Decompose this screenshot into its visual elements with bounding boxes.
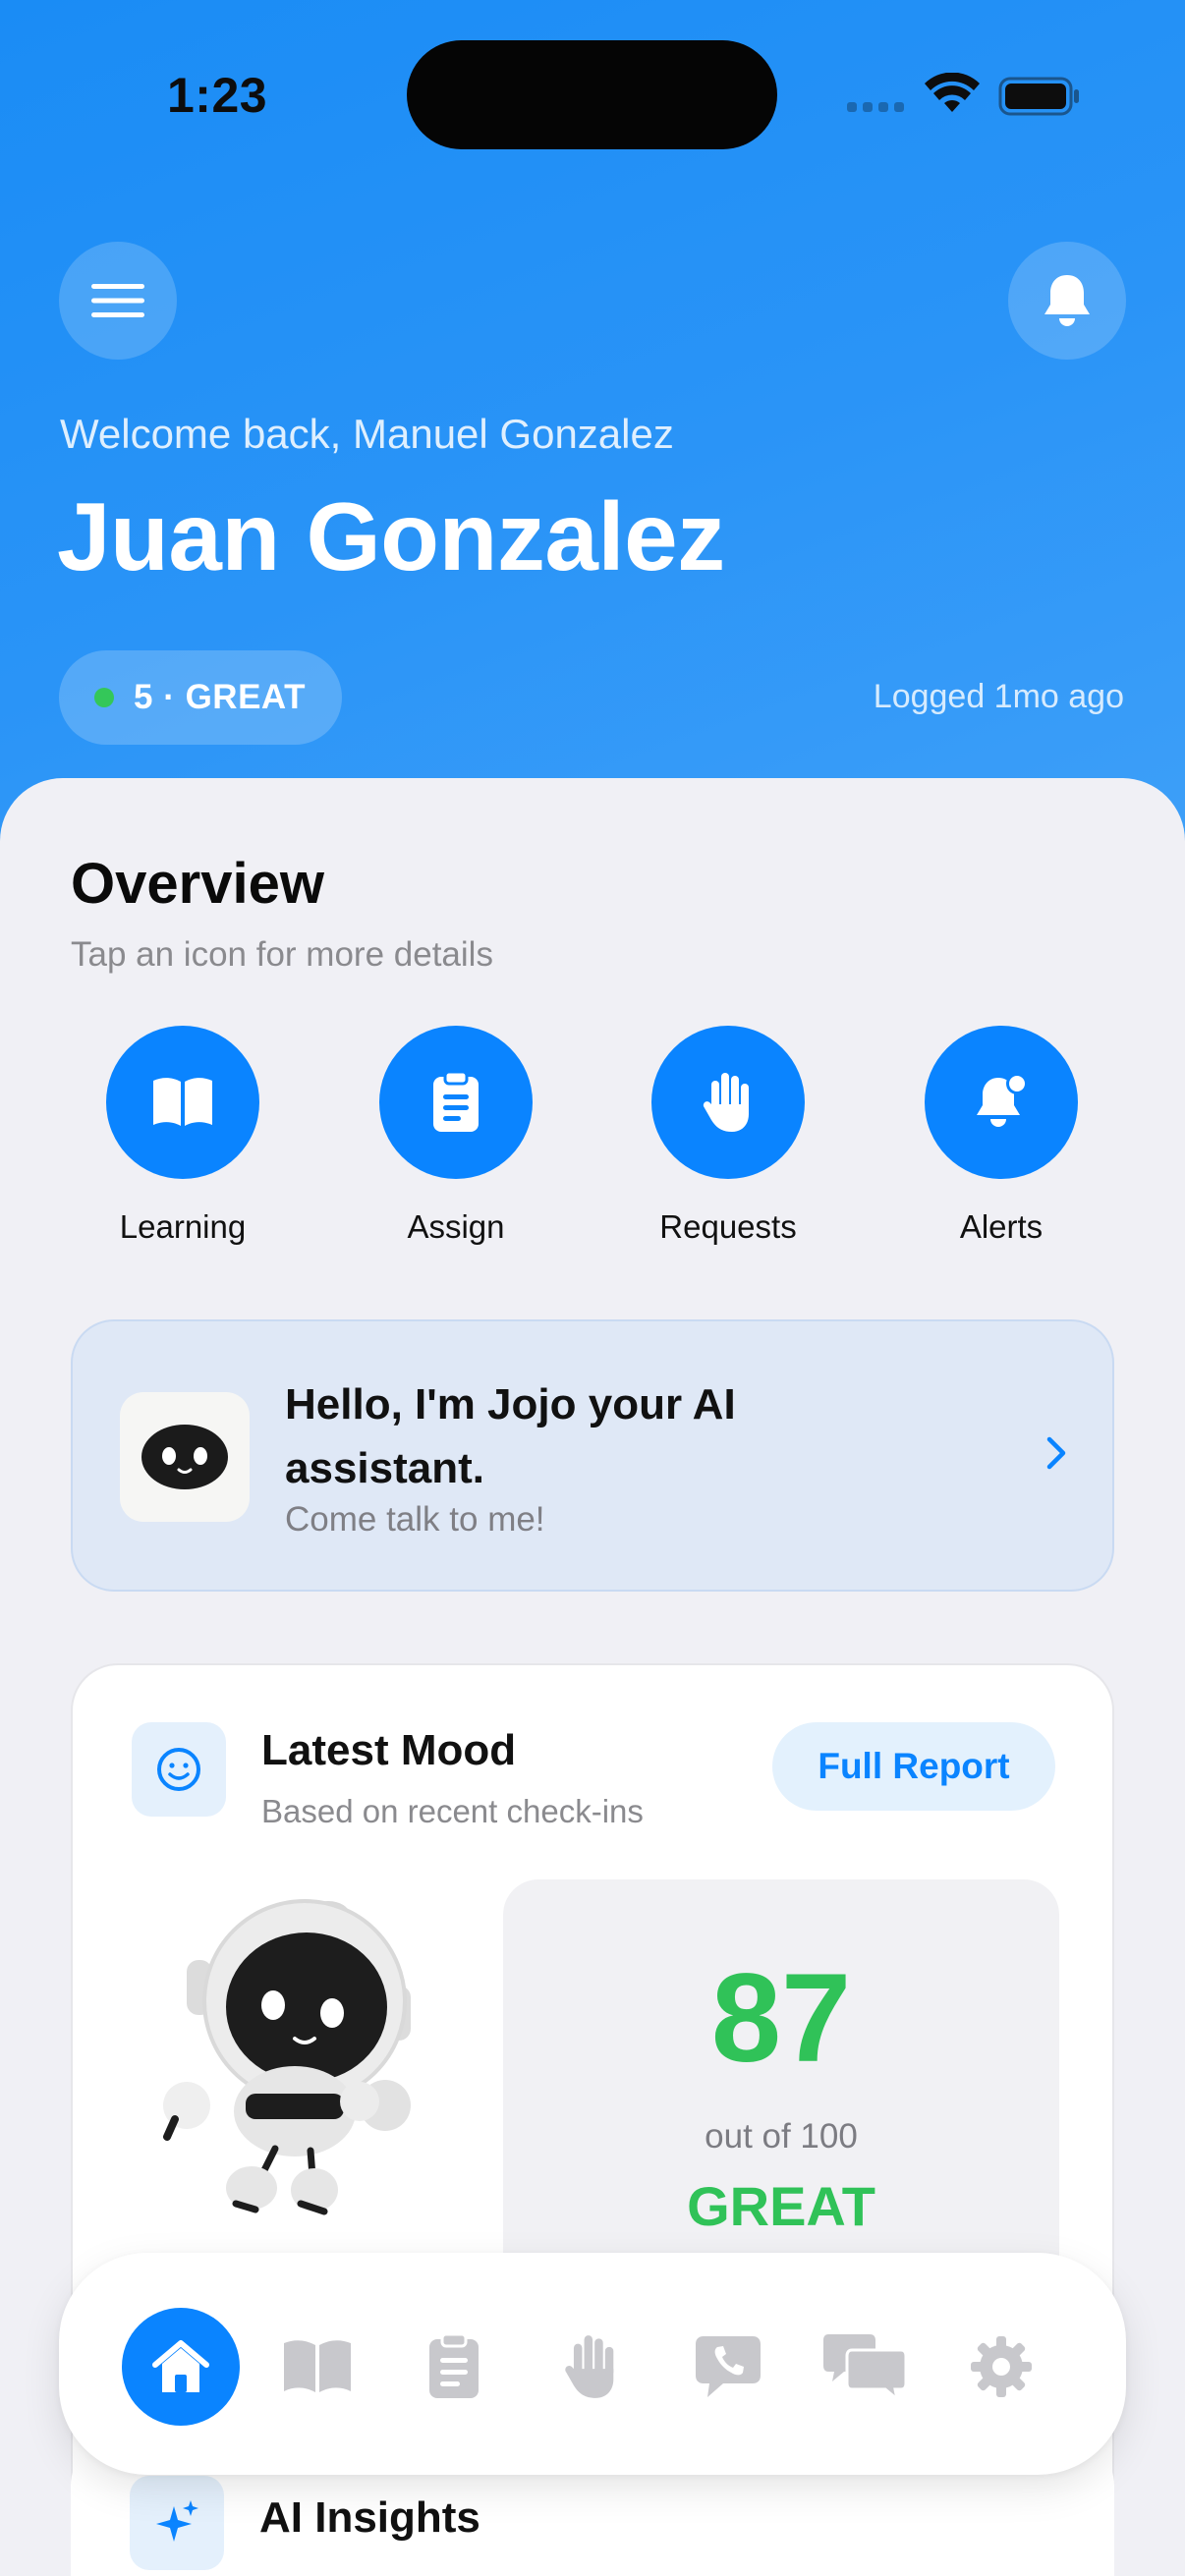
mood-title: Latest Mood: [261, 1726, 517, 1774]
battery-icon: [998, 77, 1079, 116]
hamburger-menu-icon: [91, 284, 144, 317]
mood-score-rating: GREAT: [687, 2175, 875, 2237]
tab-calls[interactable]: [669, 2308, 787, 2426]
mood-score-caption: out of 100: [705, 2117, 858, 2156]
overview-item-assign[interactable]: Assign: [367, 1026, 544, 1246]
mood-score-value: 87: [710, 1948, 852, 2089]
clipboard-icon: [429, 2333, 479, 2398]
robot-face-icon: [141, 1425, 228, 1489]
status-dot: [94, 688, 114, 707]
learning-button[interactable]: [106, 1026, 259, 1179]
tab-learning[interactable]: [258, 2308, 376, 2426]
tab-assign[interactable]: [395, 2308, 513, 2426]
book-icon: [284, 2340, 351, 2392]
assistant-title: Hello, I'm Jojo your AI assistant.: [285, 1380, 736, 1492]
overview-label: Assign: [407, 1208, 505, 1245]
ai-insights-icon-box: [130, 2476, 224, 2570]
tab-requests[interactable]: [533, 2308, 650, 2426]
overview-item-learning[interactable]: Learning: [94, 1026, 271, 1246]
last-logged-text: Logged 1mo ago: [873, 678, 1124, 715]
robot-mascot-illustration: [163, 1899, 411, 2215]
chat-bubbles-icon: [823, 2334, 907, 2401]
status-badge[interactable]: 5 · GREAT: [59, 650, 342, 745]
bell-icon: [1044, 275, 1090, 326]
clipboard-icon: [433, 1071, 479, 1132]
sparkles-icon: [156, 2500, 198, 2542]
user-name: Juan Gonzalez: [57, 482, 725, 590]
bell-badge-icon: [977, 1073, 1028, 1127]
welcome-text: Welcome back, Manuel Gonzalez: [60, 411, 674, 457]
chevron-right-icon: [1046, 1436, 1066, 1470]
cellular-signal-icon: [847, 102, 904, 112]
hand-icon: [703, 1073, 749, 1132]
ai-assistant-card[interactable]: Hello, I'm Jojo your AI assistant. Come …: [71, 1319, 1114, 1592]
overview-item-requests[interactable]: Requests: [640, 1026, 817, 1246]
tab-settings[interactable]: [942, 2308, 1060, 2426]
tab-messages[interactable]: [806, 2308, 924, 2426]
assign-button[interactable]: [379, 1026, 533, 1179]
dynamic-island: [407, 40, 777, 149]
tab-home[interactable]: [122, 2308, 240, 2426]
bottom-tab-bar: [59, 2253, 1126, 2475]
hand-icon: [565, 2335, 614, 2398]
overview-label: Learning: [119, 1208, 247, 1245]
jojo-avatar: [120, 1392, 250, 1522]
home-icon: [152, 2340, 209, 2392]
phone-bubble-icon: [696, 2336, 761, 2397]
overview-label: Requests: [659, 1208, 797, 1245]
notifications-button[interactable]: [1008, 242, 1126, 360]
wifi-icon: [925, 73, 980, 112]
overview-item-alerts[interactable]: Alerts: [913, 1026, 1090, 1246]
gear-icon: [971, 2336, 1032, 2397]
ai-insights-title: AI Insights: [259, 2493, 480, 2542]
status-time: 1:23: [167, 68, 268, 123]
full-report-button[interactable]: Full Report: [772, 1722, 1055, 1811]
overview-title: Overview: [71, 852, 324, 916]
menu-button[interactable]: [59, 242, 177, 360]
mood-subtitle: Based on recent check-ins: [261, 1793, 644, 1829]
mood-icon-box: [132, 1722, 226, 1817]
book-icon: [153, 1078, 212, 1126]
requests-button[interactable]: [651, 1026, 805, 1179]
smiley-icon: [157, 1748, 200, 1791]
overview-label: Alerts: [959, 1208, 1044, 1245]
overview-subtitle: Tap an icon for more details: [71, 935, 493, 974]
alerts-button[interactable]: [925, 1026, 1078, 1179]
status-badge-label: 5 · GREAT: [134, 678, 306, 716]
assistant-subtitle: Come talk to me!: [285, 1500, 545, 1539]
